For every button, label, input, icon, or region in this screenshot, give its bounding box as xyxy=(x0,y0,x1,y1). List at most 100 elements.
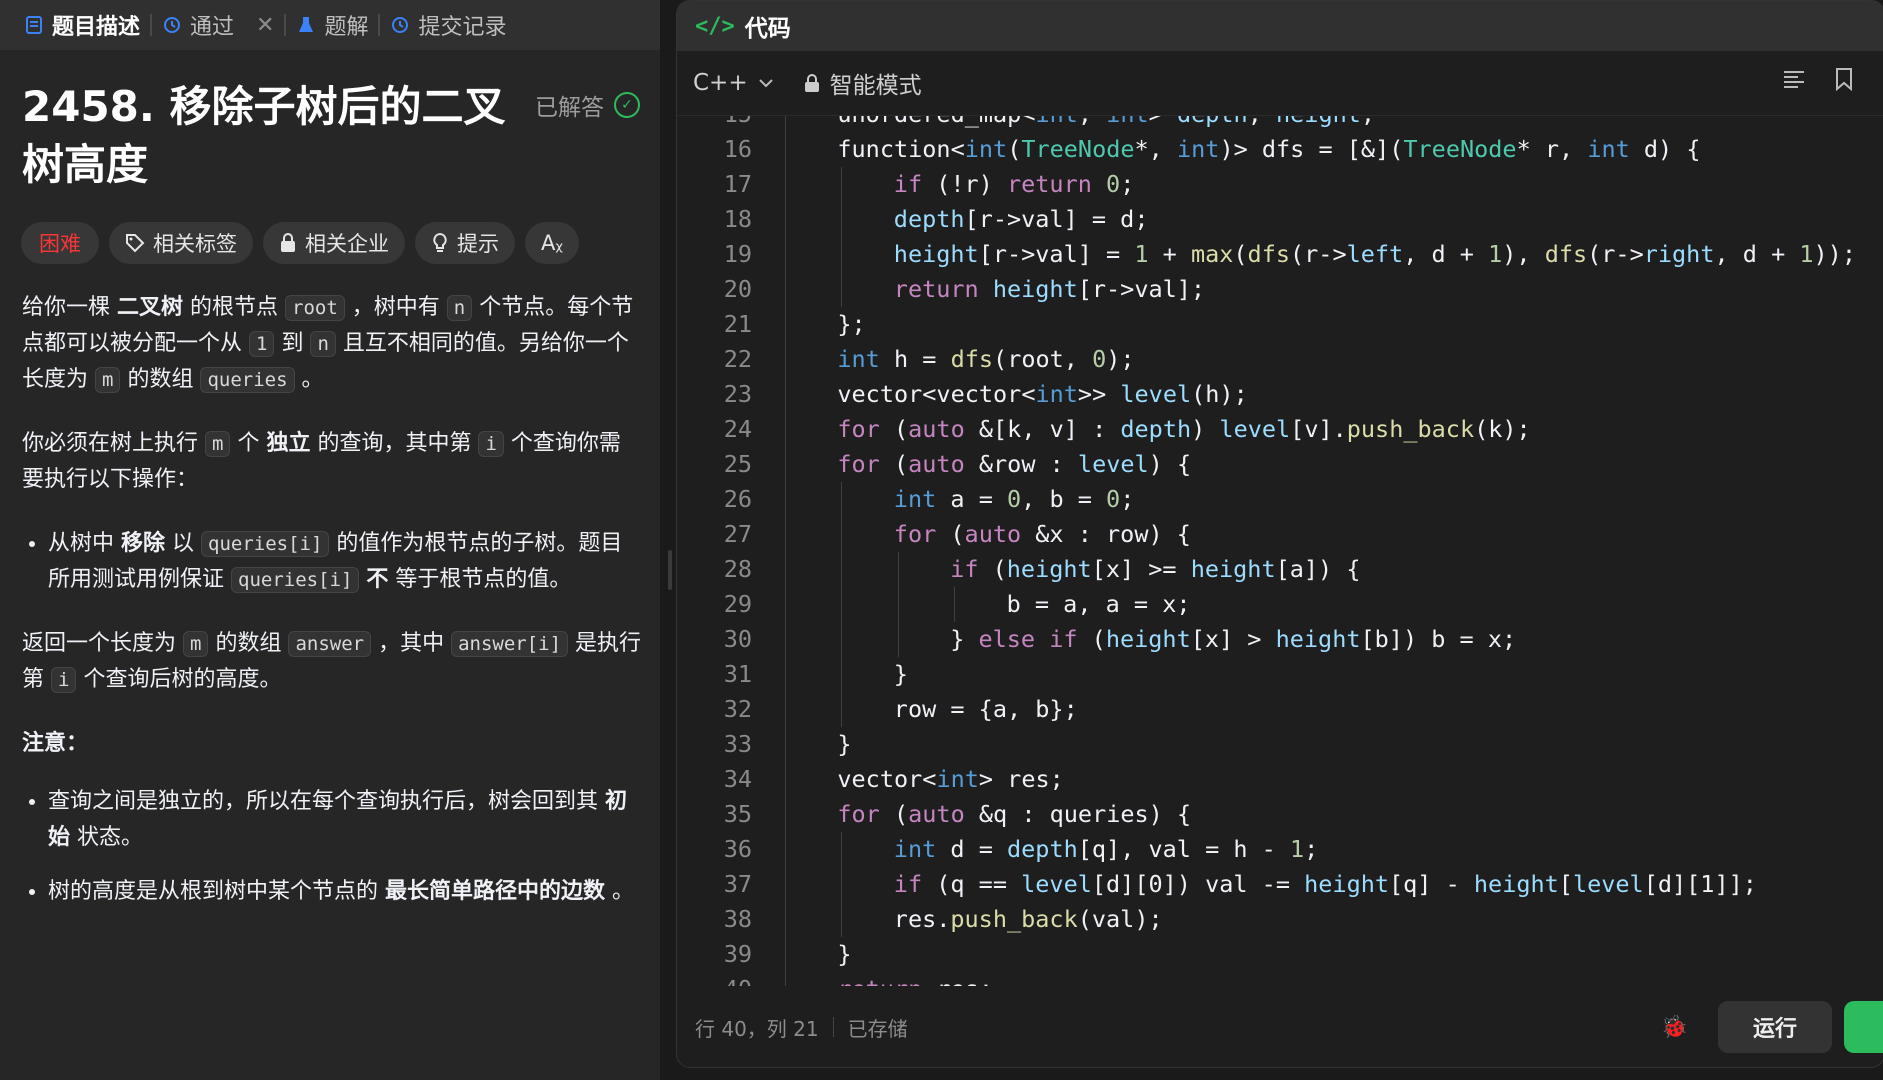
code-line: 37 if (q == level[d][0]) val -= height[q]… xyxy=(677,867,1883,902)
code-panel: </> 代码 C++ 智能模式 15 unordered_map<int, int… xyxy=(676,0,1883,1068)
inline-code: n xyxy=(310,331,336,357)
debug-icon[interactable]: 🐞 xyxy=(1661,1015,1688,1040)
problem-title[interactable]: 2458. 移除子树后的二叉树高度 xyxy=(22,78,515,194)
line-number: 29 xyxy=(723,590,752,618)
tab-solutions[interactable]: 题解 xyxy=(286,0,378,50)
format-lines-icon[interactable] xyxy=(1782,67,1806,91)
problem-chips: 困难 相关标签 相关企业 提示 Aᵪ xyxy=(0,194,660,264)
line-number: 32 xyxy=(723,695,752,723)
code-text: } xyxy=(837,730,852,758)
code-text: b = a, a = x; xyxy=(1006,590,1191,618)
hint-label: 提示 xyxy=(457,232,499,256)
inline-code: queries[i] xyxy=(231,567,360,593)
related-tags-label: 相关标签 xyxy=(153,232,237,256)
bold-text: 独立 xyxy=(266,431,311,456)
note-list: 查询之间是独立的，所以在每个查询执行后，树会回到其 初始 状态。 树的高度是从根… xyxy=(22,784,642,910)
inline-code: 1 xyxy=(249,331,275,357)
indent-guide xyxy=(897,552,899,657)
code-text: int a = 0, b = 0; xyxy=(893,485,1135,513)
code-text: row = {a, b}; xyxy=(893,695,1078,723)
code-line: 36 int d = depth[q], val = h - 1; xyxy=(677,832,1883,867)
line-number: 21 xyxy=(723,310,752,338)
code-text: vector<int> res; xyxy=(837,765,1064,793)
smart-mode-toggle[interactable]: 智能模式 xyxy=(804,66,922,100)
close-icon[interactable]: ✕ xyxy=(256,13,274,38)
code-text: unordered_map<int, int> depth, height; xyxy=(837,116,1375,132)
operation-list: 从树中 移除 以 queries[i] 的值作为根节点的子树。题目所用测试用例保… xyxy=(22,526,642,598)
text: 状态。 xyxy=(70,825,144,850)
list-item: 从树中 移除 以 queries[i] 的值作为根节点的子树。题目所用测试用例保… xyxy=(48,526,642,598)
bold-text: 最长简单路径中的边数 xyxy=(385,879,606,904)
code-panel-header: </> 代码 xyxy=(677,1,1883,51)
save-status: 已存储 xyxy=(847,1016,908,1041)
solved-status: 已解答 ✓ xyxy=(535,88,640,122)
inline-code: root xyxy=(285,295,345,321)
bold-text: 二叉树 xyxy=(117,295,184,320)
tab-accepted[interactable]: 通过 ✕ xyxy=(152,0,284,50)
inline-code: queries xyxy=(200,367,295,393)
line-number: 40 xyxy=(677,972,752,986)
tab-submissions[interactable]: 提交记录 xyxy=(380,0,516,50)
text: 你必须在树上执行 xyxy=(22,431,205,456)
line-number: 39 xyxy=(723,940,752,968)
difficulty-badge[interactable]: 困难 xyxy=(21,222,99,264)
line-number: 22 xyxy=(723,345,752,373)
hint-button[interactable]: 提示 xyxy=(415,222,515,264)
problem-description: 给你一棵 二叉树 的根节点 root ，树中有 n 个节点。每个节点都可以被分配… xyxy=(0,264,660,910)
editor-status-bar: 行 40，列 21 已存储 🐞 运行 xyxy=(677,987,1883,1067)
code-line: 20 return height[r->val]; xyxy=(677,272,1883,307)
history-icon xyxy=(392,17,409,33)
line-number: 28 xyxy=(723,555,752,583)
language-select[interactable]: C++ xyxy=(693,70,774,96)
indent-guide xyxy=(841,832,843,937)
code-line: 18 depth[r->val] = d; xyxy=(677,202,1883,237)
code-editor[interactable]: 15 unordered_map<int, int> depth, height;… xyxy=(677,116,1883,986)
description-paragraph: 给你一棵 二叉树 的根节点 root ，树中有 n 个节点。每个节点都可以被分配… xyxy=(22,290,642,398)
code-line: 23 vector<vector<int>> level(h); xyxy=(677,377,1883,412)
bulb-icon xyxy=(433,232,447,252)
flask-icon xyxy=(299,17,314,32)
translate-button[interactable]: Aᵪ xyxy=(525,222,580,264)
code-text: depth[r->val] = d; xyxy=(893,205,1149,233)
text: 等于根节点的值。 xyxy=(388,567,572,592)
related-tags-button[interactable]: 相关标签 xyxy=(109,222,253,264)
code-line: 27 for (auto &x : row) { xyxy=(677,517,1883,552)
text: 。 xyxy=(605,879,635,904)
text: 给你一棵 xyxy=(22,295,117,320)
resize-grip[interactable] xyxy=(668,550,672,590)
code-text: return height[r->val]; xyxy=(893,275,1206,303)
tab-description-label: 题目描述 xyxy=(52,15,141,40)
indent-guide xyxy=(785,116,786,986)
code-line: 38 res.push_back(val); xyxy=(677,902,1883,937)
panel-resize-handle[interactable] xyxy=(666,0,676,1080)
tab-solutions-label: 题解 xyxy=(324,15,369,40)
submit-button[interactable] xyxy=(1844,1001,1883,1053)
line-number: 36 xyxy=(723,835,752,863)
code-text: vector<vector<int>> level(h); xyxy=(837,380,1248,408)
code-line: 24 for (auto &[k, v] : depth) level[v].pu… xyxy=(677,412,1883,447)
code-line: 26 int a = 0, b = 0; xyxy=(677,482,1883,517)
text: 的查询，其中第 xyxy=(310,431,479,456)
code-text: }; xyxy=(837,310,866,338)
code-text: res.push_back(val); xyxy=(893,905,1163,933)
code-text: } xyxy=(837,940,852,968)
tab-description[interactable]: 题目描述 xyxy=(14,0,150,50)
line-number: 37 xyxy=(723,870,752,898)
bold-text: 不 xyxy=(366,567,389,592)
inline-code: n xyxy=(446,295,473,321)
bold-text: 移除 xyxy=(121,531,166,556)
bookmark-icon[interactable] xyxy=(1834,67,1854,91)
related-companies-button[interactable]: 相关企业 xyxy=(263,222,405,264)
inline-code: m xyxy=(95,367,121,393)
cursor-position: 行 40，列 21 xyxy=(695,1016,819,1041)
line-number: 15 xyxy=(677,116,752,132)
line-number: 16 xyxy=(723,135,752,163)
line-number: 25 xyxy=(723,450,752,478)
inline-code: i xyxy=(51,667,77,693)
code-panel-title: 代码 xyxy=(744,16,791,42)
run-button[interactable]: 运行 xyxy=(1718,1001,1832,1053)
code-text: int h = dfs(root, 0); xyxy=(837,345,1135,373)
translate-icon: Aᵪ xyxy=(541,231,564,255)
line-number: 30 xyxy=(723,625,752,653)
toolbar-actions xyxy=(1782,67,1854,91)
